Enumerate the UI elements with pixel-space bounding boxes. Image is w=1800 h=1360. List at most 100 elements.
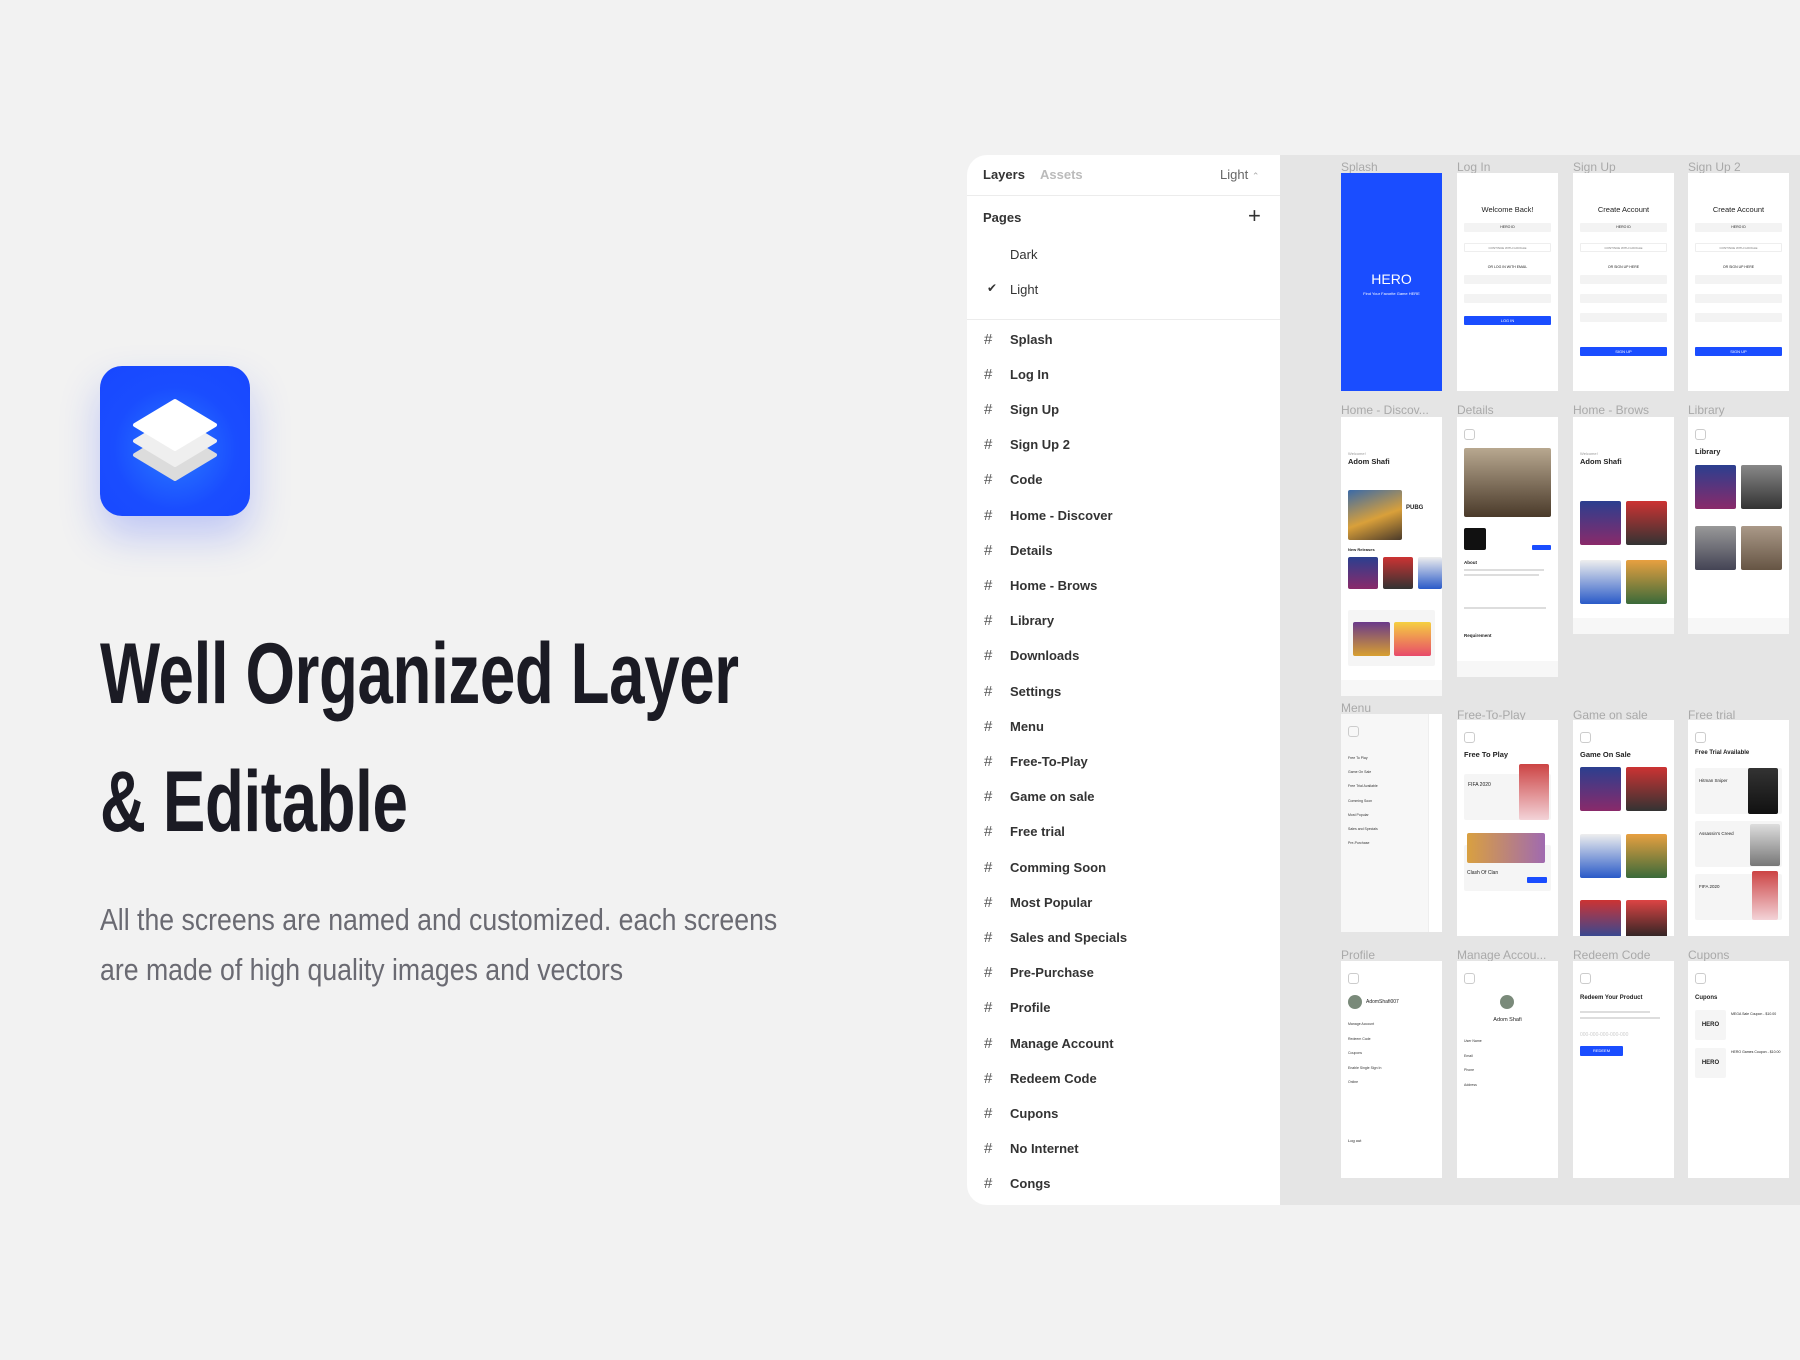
artboard-log-in[interactable]: Welcome Back! HERO ID CONTINUE WITH GOOG… <box>1457 173 1558 391</box>
artboard-manage-account[interactable]: Adom Shafi User Name Email Phone Address <box>1457 961 1558 1178</box>
hero-id-button[interactable]: HERO ID <box>1695 223 1782 232</box>
artboard-sign-up-2[interactable]: Create Account HERO ID CONTINUE WITH GOO… <box>1688 173 1789 391</box>
email-field[interactable] <box>1464 275 1551 284</box>
artboard-label[interactable]: Splash <box>1341 160 1442 174</box>
layer-item[interactable]: # Downloads <box>967 641 1280 671</box>
artboard-label[interactable]: Home - Discov... <box>1341 403 1442 417</box>
page-item-dark[interactable]: Dark <box>1010 247 1037 262</box>
layer-item[interactable]: # Manage Account <box>967 1028 1280 1058</box>
artboard-label[interactable]: Details <box>1457 403 1558 417</box>
layer-item[interactable]: # Pre-Purchase <box>967 958 1280 988</box>
page-select[interactable]: Light ⌃ <box>1220 167 1259 182</box>
bottom-nav[interactable] <box>1341 680 1442 696</box>
artboard-label[interactable]: Log In <box>1457 160 1558 174</box>
artboard-details[interactable]: About Requirement <box>1457 417 1558 677</box>
back-button[interactable] <box>1348 973 1359 984</box>
layer-item[interactable]: # Settings <box>967 676 1280 706</box>
artboard-redeem-code[interactable]: Redeem Your Product 000-000-000-000-000 … <box>1573 961 1674 1178</box>
artboard-splash[interactable]: HERO Find Your Favorite Game HERE <box>1341 173 1442 391</box>
password-field[interactable] <box>1695 313 1782 322</box>
layer-item[interactable]: # Home - Brows <box>967 570 1280 600</box>
password-field[interactable] <box>1580 313 1667 322</box>
artboard-free-trial[interactable]: Free Trial Available Hitman Sniper Assas… <box>1688 720 1789 936</box>
back-button[interactable] <box>1695 973 1706 984</box>
artboard-label[interactable]: Redeem Code <box>1573 948 1674 962</box>
menu-item[interactable]: Game On Sale <box>1348 770 1371 774</box>
menu-item[interactable]: Free To Play <box>1348 756 1368 760</box>
artboard-free-to-play[interactable]: Free To Play FIFA 2020 Clash Of Clan <box>1457 720 1558 936</box>
layer-item[interactable]: # Log In <box>967 359 1280 389</box>
layer-item[interactable]: # Congs <box>967 1169 1280 1199</box>
account-field-label[interactable]: Phone <box>1464 1068 1474 1072</box>
layer-item[interactable]: # Redeem Code <box>967 1063 1280 1093</box>
hero-id-button[interactable]: HERO ID <box>1580 223 1667 232</box>
profile-menu-item[interactable]: Enable Single Sign In <box>1348 1066 1381 1070</box>
layer-item[interactable]: # Home - Discover <box>967 500 1280 530</box>
profile-menu-item[interactable]: Online <box>1348 1080 1358 1084</box>
back-button[interactable] <box>1464 732 1475 743</box>
email-field[interactable] <box>1695 294 1782 303</box>
artboard-label[interactable]: Manage Accou... <box>1457 948 1558 962</box>
login-button[interactable]: LOG IN <box>1464 316 1551 325</box>
back-button[interactable] <box>1695 429 1706 440</box>
artboard-menu[interactable]: Free To Play Game On Sale Free Trial Avail… <box>1341 714 1442 932</box>
layer-item[interactable]: # Sign Up <box>967 394 1280 424</box>
back-button[interactable] <box>1695 732 1706 743</box>
layer-item[interactable]: # Splash <box>967 324 1280 354</box>
email-field[interactable] <box>1580 294 1667 303</box>
artboard-label[interactable]: Library <box>1688 403 1789 417</box>
artboard-sign-up[interactable]: Create Account HERO ID CONTINUE WITH GOO… <box>1573 173 1674 391</box>
logout-link[interactable]: Log out <box>1348 1138 1361 1143</box>
artboard-label[interactable]: Profile <box>1341 948 1442 962</box>
bottom-nav[interactable] <box>1688 618 1789 634</box>
artboard-home-brows[interactable]: Welcome! Adom Shafi <box>1573 417 1674 634</box>
profile-menu-item[interactable]: Manage Account <box>1348 1022 1374 1026</box>
account-field-label[interactable]: User Name <box>1464 1039 1482 1043</box>
menu-item[interactable]: Pre-Purchase <box>1348 841 1369 845</box>
password-field[interactable] <box>1464 294 1551 303</box>
google-button[interactable]: CONTINUE WITH GOOGLE <box>1695 243 1782 252</box>
page-item-light[interactable]: Light <box>1010 282 1038 297</box>
redeem-button[interactable]: REDEEM <box>1580 1046 1623 1056</box>
layer-item[interactable]: # Code <box>967 465 1280 495</box>
bottom-nav[interactable] <box>1457 661 1558 677</box>
layer-item[interactable]: # Library <box>967 606 1280 636</box>
hero-id-button[interactable]: HERO ID <box>1464 223 1551 232</box>
layer-item[interactable]: # Game on sale <box>967 782 1280 812</box>
artboard-game-on-sale[interactable]: Game On Sale <box>1573 720 1674 936</box>
back-button[interactable] <box>1464 429 1475 440</box>
add-page-icon[interactable]: + <box>1248 203 1261 229</box>
menu-item[interactable]: Sales and Specials <box>1348 827 1378 831</box>
artboard-cupons[interactable]: Cupons HERO MEGA Sale Coupon - $10.00 HE… <box>1688 961 1789 1178</box>
signup-button[interactable]: SIGN UP <box>1695 347 1782 356</box>
artboard-library[interactable]: Library <box>1688 417 1789 634</box>
artboard-label[interactable]: Home - Brows <box>1573 403 1674 417</box>
menu-item[interactable]: Free Trial Available <box>1348 784 1378 788</box>
signup-button[interactable]: SIGN UP <box>1580 347 1667 356</box>
layer-item[interactable]: # Profile <box>967 993 1280 1023</box>
menu-item[interactable]: Comming Soon <box>1348 799 1372 803</box>
layer-item[interactable]: # Cupons <box>967 1098 1280 1128</box>
layer-item[interactable]: # Sign Up 2 <box>967 430 1280 460</box>
back-button[interactable] <box>1348 726 1359 737</box>
layer-item[interactable]: # Details <box>967 535 1280 565</box>
layer-item[interactable]: # Sales and Specials <box>967 922 1280 952</box>
profile-menu-item[interactable]: Redeem Code <box>1348 1037 1371 1041</box>
design-canvas[interactable]: Splash Log In Sign Up Sign Up 2 Home - Disco… <box>1280 155 1800 1205</box>
account-field-label[interactable]: Email <box>1464 1054 1473 1058</box>
artboard-label[interactable]: Menu <box>1341 701 1442 715</box>
artboard-label[interactable]: Cupons <box>1688 948 1789 962</box>
username-field[interactable] <box>1695 275 1782 284</box>
layer-item[interactable]: # Comming Soon <box>967 852 1280 882</box>
layer-item[interactable]: # Menu <box>967 711 1280 741</box>
artboard-profile[interactable]: AdomShafi007 Manage Account Redeem Code Co… <box>1341 961 1442 1178</box>
menu-item[interactable]: Most Popular <box>1348 813 1369 817</box>
layer-item[interactable]: # Most Popular <box>967 887 1280 917</box>
download-button[interactable] <box>1532 545 1551 550</box>
google-button[interactable]: CONTINUE WITH GOOGLE <box>1580 243 1667 252</box>
back-button[interactable] <box>1580 973 1591 984</box>
artboard-label[interactable]: Sign Up <box>1573 160 1674 174</box>
account-field-label[interactable]: Address <box>1464 1083 1477 1087</box>
profile-menu-item[interactable]: Coupons <box>1348 1051 1362 1055</box>
artboard-home-discover[interactable]: Welcome! Adom Shafi PUBG New Releases <box>1341 417 1442 696</box>
